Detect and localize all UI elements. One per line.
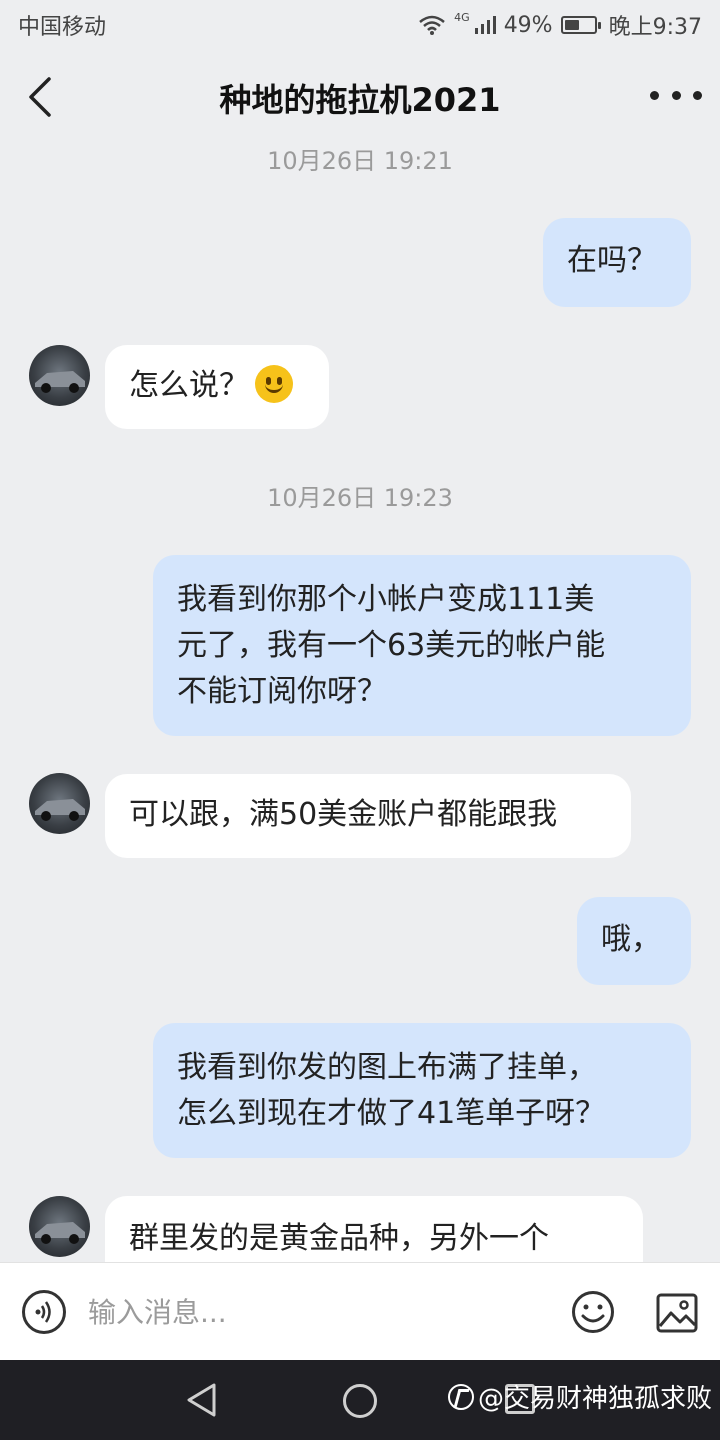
system-home-button[interactable]: [343, 1384, 377, 1418]
message-text-line: 我看到你那个小帐户变成111美: [177, 582, 595, 617]
message-input[interactable]: [88, 1287, 538, 1337]
more-options-button[interactable]: [650, 80, 702, 110]
car-image: [35, 799, 85, 821]
message-text-line: 不能订阅你呀？: [177, 674, 387, 709]
contact-avatar[interactable]: [29, 773, 90, 834]
smile-emoji-icon: [255, 364, 293, 403]
message-bubble-incoming[interactable]: 怎么说？: [105, 345, 329, 429]
contact-avatar[interactable]: [29, 345, 90, 406]
back-button[interactable]: [20, 72, 60, 122]
message-bubble-outgoing[interactable]: 我看到你那个小帐户变成111美 元了，我有一个63美元的帐户能 不能订阅你呀？: [153, 555, 691, 736]
network-type: 4G: [454, 10, 470, 24]
battery-fill: [564, 20, 579, 30]
status-indicators: 4G 49% 晚上9:37: [418, 9, 702, 41]
image-button[interactable]: [656, 1293, 698, 1333]
more-icon: [650, 90, 659, 100]
image-icon: [656, 1293, 698, 1333]
message-text: 哦，: [601, 922, 661, 957]
car-image: [35, 1222, 85, 1244]
chat-title: 种地的拖拉机2021: [219, 80, 501, 119]
chat-header: 种地的拖拉机2021: [0, 50, 720, 145]
message-bubble-outgoing[interactable]: 在吗？: [543, 218, 691, 307]
message-text-line: 元了，我有一个63美元的帐户能: [177, 628, 606, 663]
message-bubble-outgoing[interactable]: 我看到你发的图上布满了挂单， 怎么到现在才做了41笔单子呀？: [153, 1023, 691, 1158]
voice-input-button[interactable]: [22, 1290, 66, 1334]
wifi-icon: [419, 15, 445, 35]
car-image: [35, 371, 85, 393]
more-icon-dot: [693, 90, 702, 100]
signal-icon: [474, 16, 496, 34]
clock: 晚上9:37: [608, 15, 702, 40]
message-text-line: 我看到你发的图上布满了挂单，: [177, 1050, 597, 1085]
contact-avatar[interactable]: [29, 1196, 90, 1257]
message-text: 怎么说？: [129, 368, 249, 403]
battery-icon: [560, 16, 601, 34]
system-navigation-bar: @交易财神独孤求败: [0, 1360, 720, 1440]
emoji-button[interactable]: [571, 1290, 615, 1334]
weibo-logo-icon: [447, 1383, 474, 1410]
timestamp: 10月26日 19:23: [267, 484, 453, 512]
watermark: @交易财神独孤求败: [447, 1378, 712, 1415]
voice-wave-icon: [35, 1301, 51, 1323]
message-input-bar: [0, 1262, 720, 1360]
smiley-icon: [572, 1291, 614, 1333]
message-text: 在吗？: [567, 243, 657, 278]
message-text: 可以跟，满50美金账户都能跟我: [129, 797, 558, 832]
message-text: 群里发的是黄金品种，另外一个: [129, 1221, 549, 1256]
carrier-name: 中国移动: [18, 15, 107, 40]
chevron-left-icon: [29, 77, 51, 117]
watermark-text: @交易财神独孤求败: [477, 1384, 712, 1414]
system-back-icon[interactable]: [185, 1382, 219, 1418]
message-bubble-outgoing[interactable]: 哦，: [577, 897, 691, 985]
more-icon-dot: [671, 90, 681, 100]
message-bubble-incoming[interactable]: 可以跟，满50美金账户都能跟我: [105, 774, 631, 858]
status-bar: 中国移动 4G 49% 晚上9:37: [0, 0, 720, 50]
battery-percent: 49%: [503, 12, 553, 38]
message-text-line: 怎么到现在才做了41笔单子呀？: [177, 1096, 606, 1131]
timestamp: 10月26日 19:21: [267, 147, 453, 175]
